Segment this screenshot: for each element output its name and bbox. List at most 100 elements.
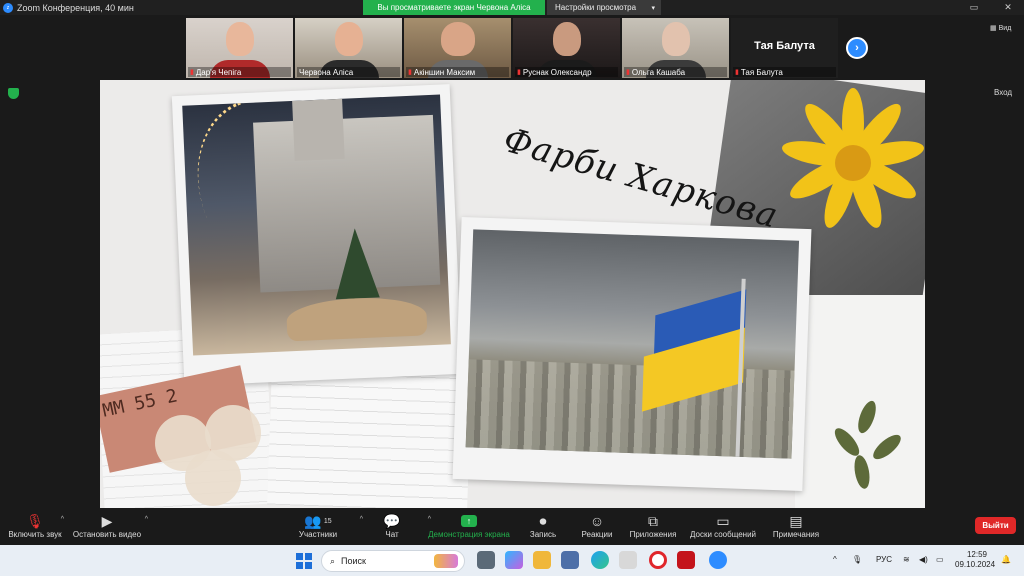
clock[interactable]: 12:59 09.10.2024 (955, 550, 995, 570)
start-square (305, 562, 312, 569)
participant-gallery: ▮ Дар'я Чепіга Червона Аліса ▮ Акіншин Мак… (186, 18, 838, 78)
participant-tile[interactable]: ▮ Руснак Олександр (513, 18, 620, 78)
mic-muted-icon: ▮ (626, 69, 630, 76)
restore-icon[interactable]: ▭ (962, 0, 986, 15)
participant-name: Червона Аліса (297, 67, 400, 77)
battery-icon[interactable]: ▭ (936, 555, 944, 564)
participant-video (661, 22, 690, 56)
edge-icon[interactable] (591, 551, 609, 569)
petal (185, 450, 241, 506)
view-options-button[interactable]: Настройки просмотра ▾ (547, 0, 661, 15)
close-icon[interactable]: ✕ (996, 0, 1020, 15)
mic-muted-icon: ▮ (408, 69, 412, 76)
participants-label: Участники (298, 530, 338, 539)
chevron-up-icon[interactable]: ^ (833, 555, 837, 564)
grid-icon: ▦ (990, 25, 997, 32)
meeting-toolbar: 🎙 Включить звук ^ ▶ Остановить видео ^ 👥… (0, 510, 1024, 545)
mic-off-icon: 🎙 (26, 512, 44, 529)
zoom-window: z Zoom Конференция, 40 мин Вы просматрив… (0, 0, 1024, 576)
hydrangea-decoration (155, 405, 285, 508)
enter-button[interactable]: Вход (994, 88, 1012, 97)
windows-start-icon[interactable] (296, 553, 312, 569)
leaf (852, 454, 872, 490)
slide-photo-night-square (171, 84, 463, 386)
photos-icon[interactable] (619, 551, 637, 569)
volume-icon[interactable]: ◀) (919, 555, 928, 564)
participant-name: ▮ Дар'я Чепіга (188, 67, 291, 77)
unmute-label: Включить звук (8, 530, 62, 539)
window-title: Zoom Конференция, 40 мин (17, 2, 134, 13)
video-button[interactable]: ▶ Остановить видео ^ (62, 512, 152, 540)
yellow-flower-decoration (780, 88, 925, 238)
leaf (854, 398, 880, 436)
apps-label: Приложения (629, 530, 677, 539)
search-icon: ⌕ (330, 555, 336, 566)
notification-bell-icon[interactable]: 🔔 (1001, 555, 1011, 564)
chevron-up-icon[interactable]: ^ (145, 516, 148, 523)
start-square (296, 553, 303, 560)
os-taskbar: ⌕ Поиск ^ 🎙 РУС ≋ ◀) ▭ 12:59 09.10.2024 … (0, 545, 1024, 576)
language-indicator[interactable]: РУС (876, 555, 892, 564)
participant-name-text: Акіншин Максим (413, 67, 476, 77)
participant-tile[interactable]: ▮ Ольга Кашаба (622, 18, 729, 78)
whiteboards-label: Доски сообщений (689, 530, 756, 539)
leave-button[interactable]: Выйти (975, 517, 1016, 534)
chevron-down-icon: ▾ (651, 4, 655, 12)
participants-icon: 👥 15 (304, 512, 332, 529)
planter-shape (285, 295, 428, 342)
mic-muted-icon: ▮ (190, 69, 194, 76)
gallery-next-button[interactable]: › (846, 37, 868, 59)
security-app-icon[interactable] (677, 551, 695, 569)
participant-tile[interactable]: ▮ Дар'я Чепіга (186, 18, 293, 78)
view-label: Вид (998, 24, 1012, 32)
participant-display-name: Тая Балута (754, 40, 815, 52)
copilot-icon[interactable] (505, 551, 523, 569)
video-camera-icon: ▶ (101, 512, 113, 529)
leaf (869, 430, 905, 464)
tree-shape (332, 227, 380, 300)
file-explorer-icon[interactable] (533, 551, 551, 569)
tower-shape (292, 98, 345, 161)
flower-center (835, 145, 871, 181)
night-square-image (182, 94, 451, 356)
opera-icon[interactable] (649, 551, 667, 569)
chat-icon: 💬 (383, 512, 401, 529)
participant-name-text: Тая Балута (740, 67, 783, 77)
participant-video (440, 22, 475, 56)
participant-name-text: Руснак Олександр (522, 67, 592, 77)
task-view-icon[interactable] (477, 551, 495, 569)
record-icon: ⏺ (539, 512, 547, 529)
shared-screen: Фарби Харкова MM 55 2 (100, 80, 925, 508)
video-label: Остановить видео (72, 530, 142, 539)
security-shield-icon[interactable] (8, 88, 19, 99)
participant-video (334, 22, 363, 56)
participants-count: 15 (323, 517, 332, 525)
leaves-decoration (820, 398, 920, 500)
apps-icon: ⧉ (648, 512, 658, 529)
share-screen-icon: ↑ (461, 512, 477, 530)
taskbar-search[interactable]: ⌕ Поиск (321, 550, 465, 572)
participant-tile[interactable]: Тая Балута ▮ Тая Балута (731, 18, 838, 78)
slide-photo-flag-city (452, 216, 812, 492)
participant-name-text: Дар'я Чепіга (195, 67, 242, 77)
mic-muted-icon: ▮ (735, 69, 739, 76)
store-icon[interactable] (561, 551, 579, 569)
participant-name: ▮ Руснак Олександр (515, 67, 618, 77)
flag-city-image (465, 229, 800, 459)
view-button[interactable]: ▦ Вид (990, 24, 1012, 33)
participant-name: ▮ Акіншин Максим (406, 67, 509, 77)
participant-name: ▮ Ольга Кашаба (624, 67, 727, 77)
start-square (296, 562, 303, 569)
zoom-taskbar-icon[interactable] (709, 551, 727, 569)
microphone-icon[interactable]: 🎙 (852, 555, 862, 564)
wifi-icon[interactable]: ≋ (903, 555, 910, 564)
notes-button[interactable]: ▤ Примечания (751, 512, 841, 540)
share-banner: Вы просматриваете экран Червона Аліса (363, 0, 545, 15)
mic-muted-icon: ▮ (517, 69, 521, 76)
participant-tile[interactable]: ▮ Акіншин Максим (404, 18, 511, 78)
participant-name-text: Червона Аліса (299, 67, 354, 77)
clock-time: 12:59 (966, 550, 987, 559)
reaction-icon: ☺ (589, 513, 605, 529)
participant-tile[interactable]: Червона Аліса (295, 18, 402, 78)
participant-name: ▮ Тая Балута (733, 67, 836, 77)
